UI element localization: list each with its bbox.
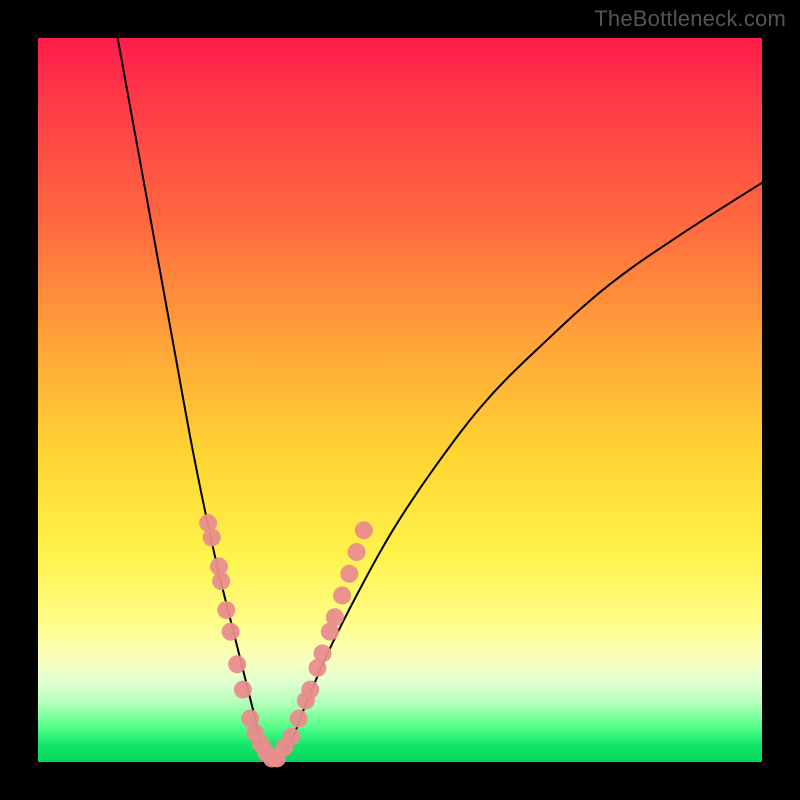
marker-dot (228, 655, 246, 673)
marker-dot (326, 608, 344, 626)
marker-group-right-branch-dots (268, 521, 373, 767)
marker-dot (314, 644, 332, 662)
chart-svg (0, 0, 800, 800)
marker-dot (333, 586, 351, 604)
marker-dot (301, 681, 319, 699)
marker-dot (348, 543, 366, 561)
marker-dot (212, 572, 230, 590)
marker-dot (234, 681, 252, 699)
watermark-text: TheBottleneck.com (594, 6, 786, 32)
marker-group-left-branch-dots (199, 514, 281, 767)
curve-left-branch (118, 38, 270, 762)
marker-dot (282, 728, 300, 746)
marker-dot (203, 529, 221, 547)
curve-right-branch (277, 183, 762, 762)
outer-frame: TheBottleneck.com (0, 0, 800, 800)
marker-dot (222, 623, 240, 641)
marker-dot (355, 521, 373, 539)
marker-dot (290, 710, 308, 728)
marker-dot (340, 565, 358, 583)
marker-dot (217, 601, 235, 619)
